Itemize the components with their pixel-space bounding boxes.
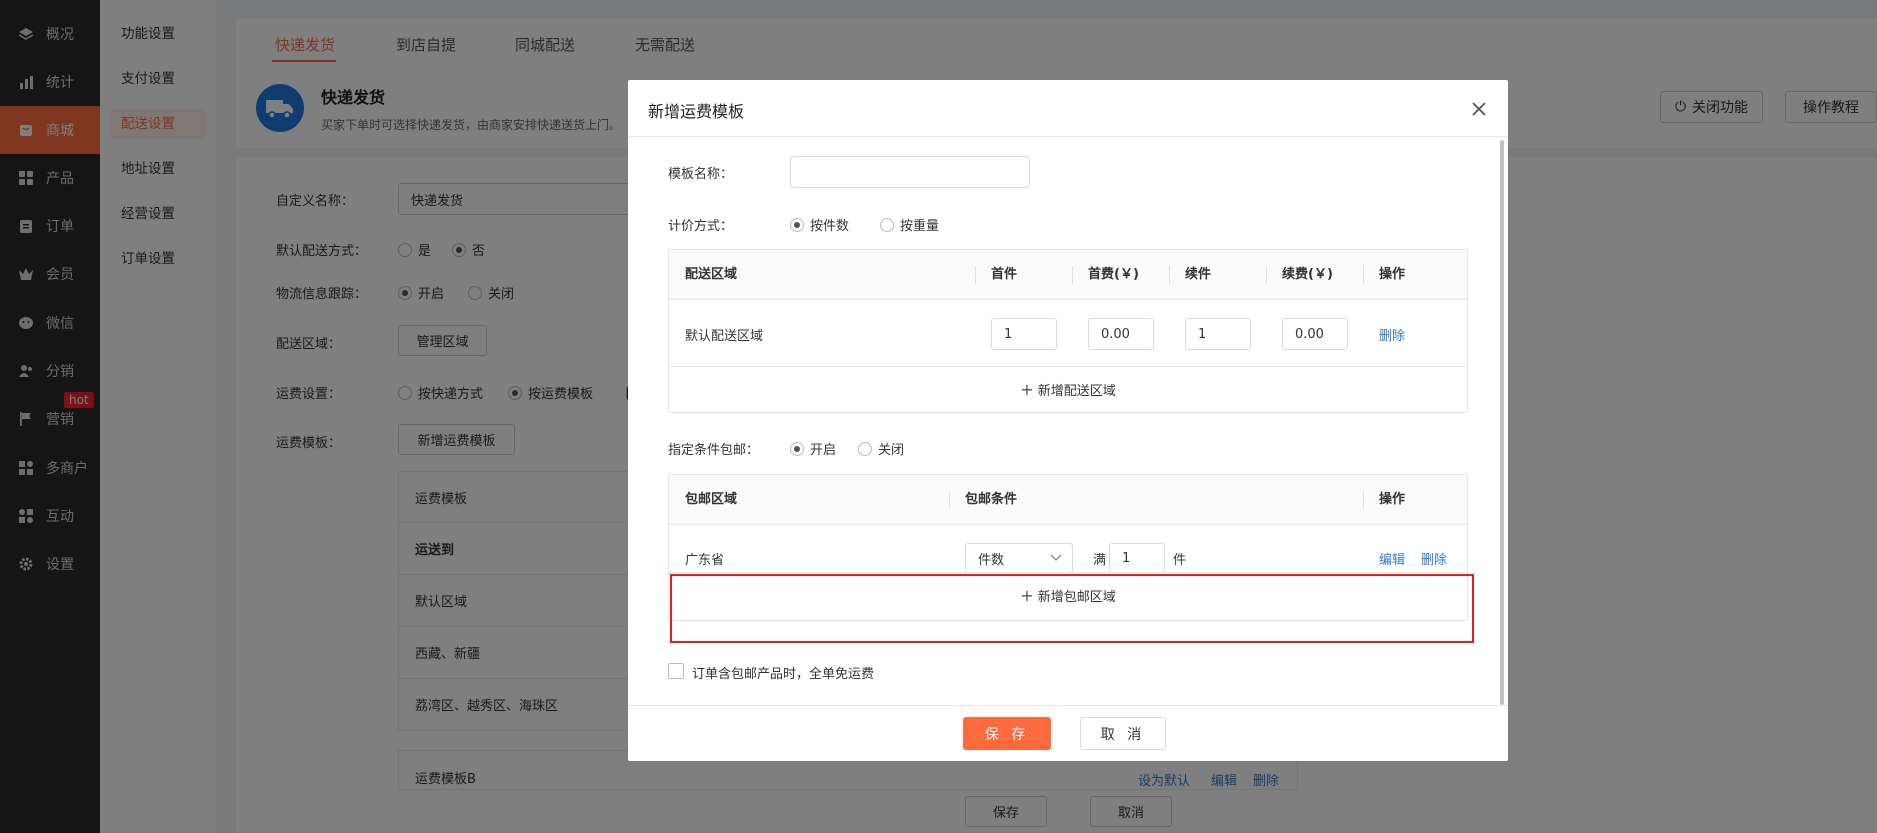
delete-free-area-link[interactable]: 删除 — [1421, 549, 1447, 568]
delete-area-link[interactable]: 删除 — [1379, 325, 1405, 344]
free-shipping-on-radio[interactable]: 开启 — [790, 439, 836, 458]
plus-icon: + — [1020, 380, 1034, 399]
modal-header-divider — [628, 136, 1508, 137]
highlight-box — [670, 574, 1474, 643]
pricing-label: 计价方式： — [668, 219, 734, 234]
free-table-col-area: 包邮区域 — [685, 492, 738, 507]
template-name-input[interactable] — [790, 156, 1030, 188]
add-delivery-area-button[interactable]: + 新增配送区域 — [669, 367, 1467, 412]
free-all-checkbox[interactable] — [668, 663, 684, 679]
free-table-col-condition: 包邮条件 — [965, 492, 1018, 507]
fee-table-header — [669, 250, 1467, 300]
fee-table-col-action: 操作 — [1379, 267, 1406, 282]
edit-free-area-link[interactable]: 编辑 — [1379, 549, 1405, 568]
modal-footer-divider — [628, 705, 1508, 706]
condition-value-input[interactable]: 1 — [1109, 543, 1165, 573]
pricing-by-count-radio[interactable]: 按件数 — [790, 215, 849, 234]
condition-unit: 件 — [1173, 553, 1187, 568]
condition-prefix: 满 — [1093, 553, 1107, 568]
condition-type-select[interactable]: 件数 — [965, 543, 1073, 573]
first-fee-input[interactable]: 0.00 — [1088, 318, 1154, 350]
free-shipping-off-radio[interactable]: 关闭 — [858, 439, 904, 458]
chevron-down-icon — [1050, 554, 1062, 561]
modal-scrollbar[interactable] — [1500, 140, 1504, 705]
close-icon[interactable] — [1468, 98, 1490, 120]
free-table-header — [669, 475, 1467, 525]
fee-table-col-first-fee: 首费(￥) — [1088, 267, 1139, 282]
fee-table-col-first: 首件 — [991, 267, 1018, 282]
fee-table-col-area: 配送区域 — [685, 267, 738, 282]
modal-title: 新增运费模板 — [648, 102, 745, 121]
add-shipping-template-modal: 新增运费模板 模板名称： 计价方式： 按件数 按重量 配送区域 首件 首费(￥)… — [628, 80, 1508, 761]
fee-table-col-next: 续件 — [1185, 267, 1212, 282]
fee-row-area: 默认配送区域 — [685, 329, 764, 344]
next-count-input[interactable]: 1 — [1185, 318, 1251, 350]
free-shipping-label: 指定条件包邮： — [668, 443, 760, 458]
free-row-area: 广东省 — [685, 553, 725, 568]
save-button[interactable]: 保 存 — [963, 717, 1051, 750]
first-count-input[interactable]: 1 — [991, 318, 1057, 350]
pricing-by-weight-radio[interactable]: 按重量 — [880, 215, 939, 234]
fee-table: 配送区域 首件 首费(￥) 续件 续费(￥) 操作 默认配送区域 1 0.00 … — [668, 249, 1468, 413]
free-table-col-action: 操作 — [1379, 492, 1406, 507]
cancel-button[interactable]: 取 消 — [1080, 717, 1166, 750]
template-name-label: 模板名称： — [668, 167, 734, 182]
fee-table-col-next-fee: 续费(￥) — [1282, 267, 1333, 282]
next-fee-input[interactable]: 0.00 — [1282, 318, 1348, 350]
free-all-checkbox-label: 订单含包邮产品时，全单免运费 — [692, 667, 875, 682]
